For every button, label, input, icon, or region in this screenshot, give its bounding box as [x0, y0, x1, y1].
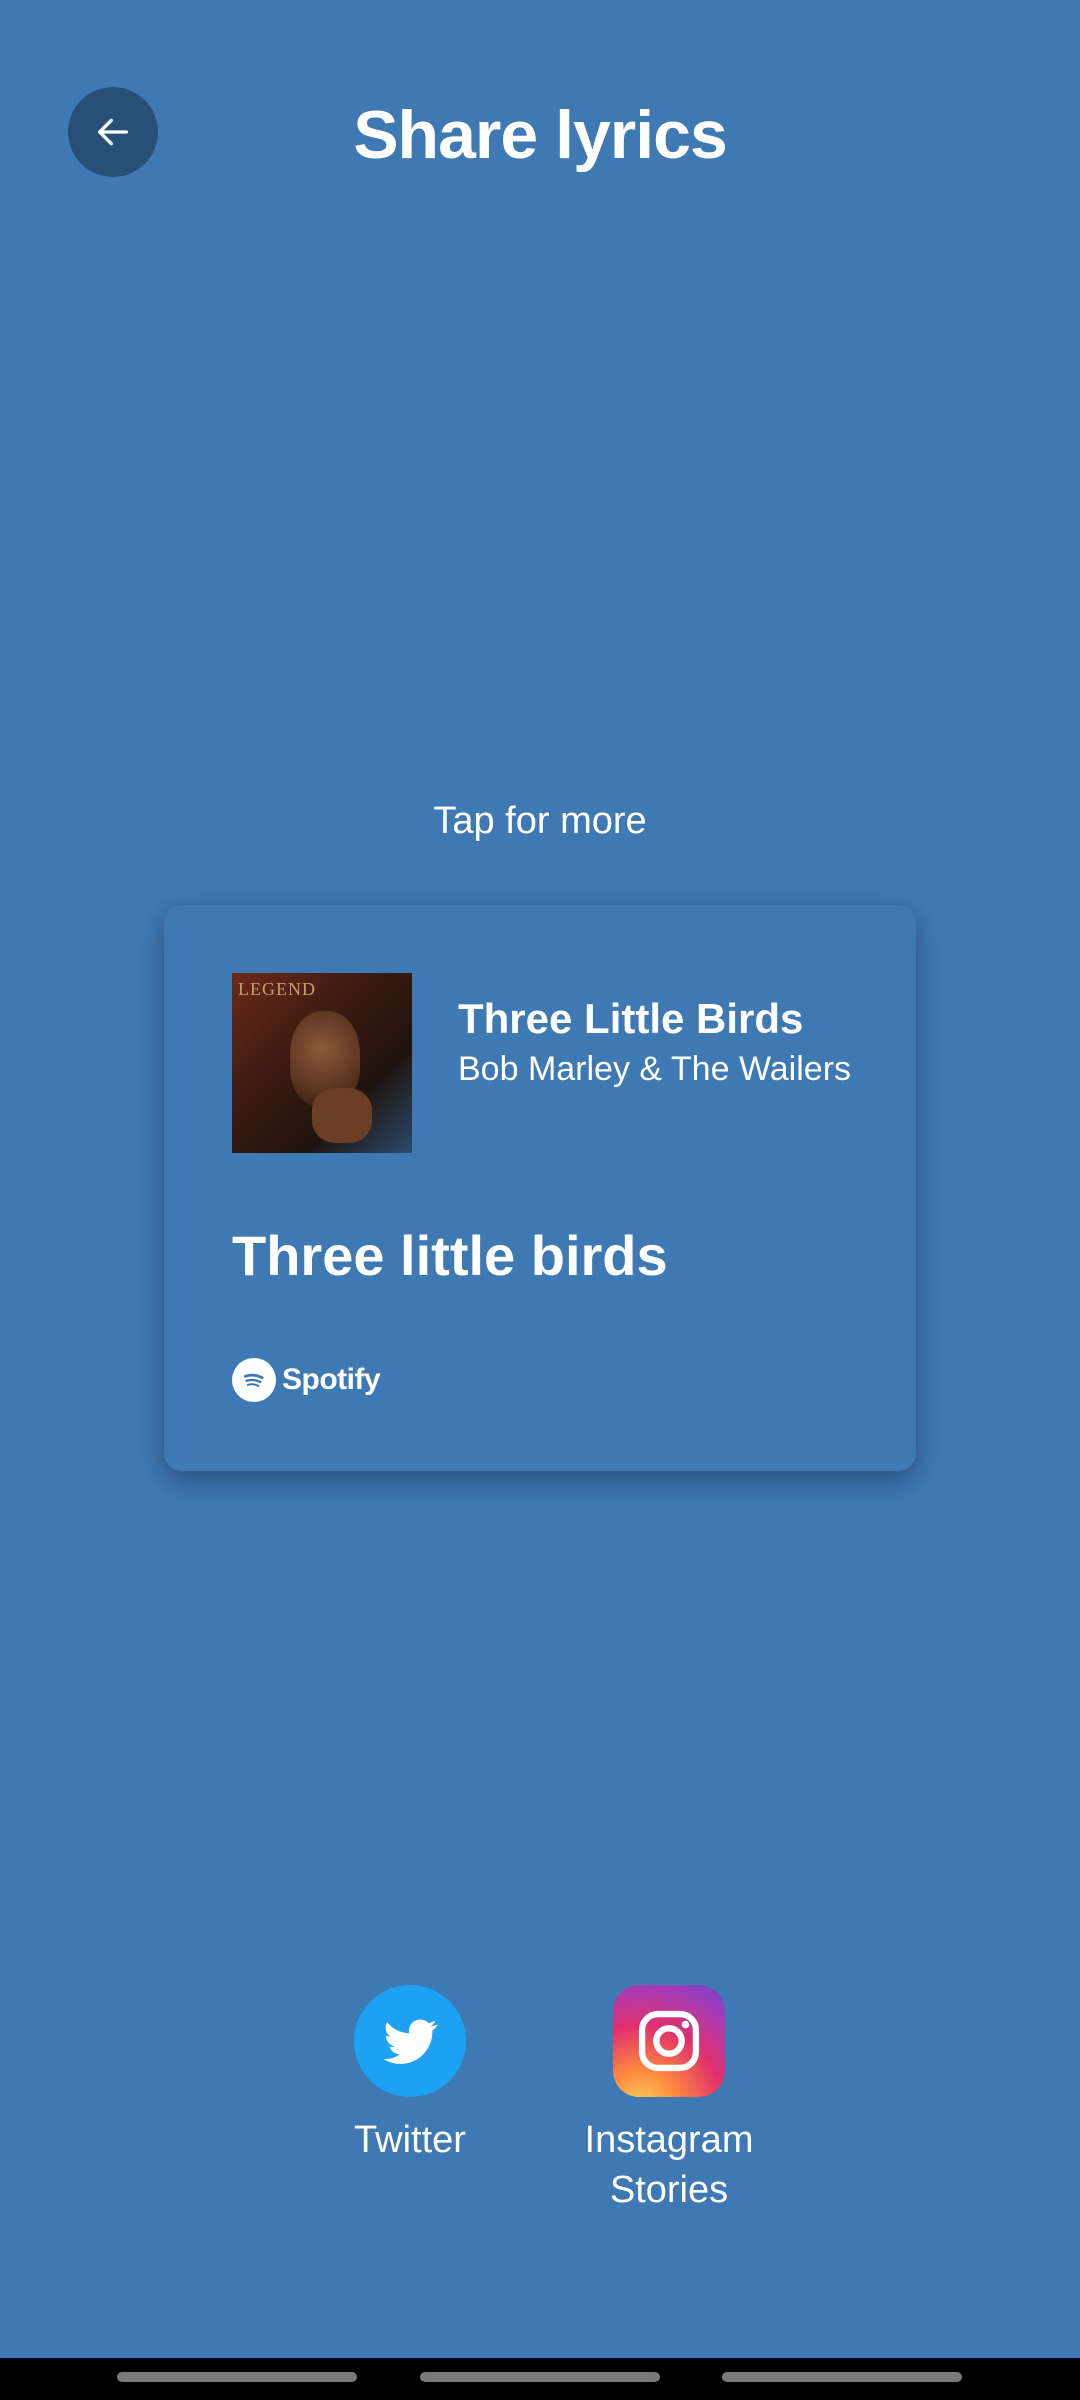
twitter-icon — [354, 1985, 466, 2097]
lyric-text: Three little birds — [232, 1224, 668, 1287]
tap-for-more-hint: Tap for more — [433, 800, 647, 842]
share-lyrics-screen: Share lyrics Tap for more LEGEND Three L… — [0, 0, 1080, 2400]
share-instagram-stories-label: Instagram Stories — [584, 2119, 754, 2211]
spotify-wordmark: Spotify — [282, 1363, 381, 1396]
system-navigation-bar — [0, 2358, 1080, 2400]
nav-handle[interactable] — [420, 2372, 660, 2382]
song-title: Three Little Birds — [458, 995, 804, 1042]
artist-name: Bob Marley & The Wailers — [458, 1050, 852, 1088]
nav-handle[interactable] — [117, 2372, 357, 2382]
share-twitter-label: Twitter — [354, 2119, 466, 2161]
share-instagram-stories-button[interactable]: Instagram Stories — [554, 1985, 784, 2215]
album-art-title: LEGEND — [238, 979, 316, 999]
lyrics-card[interactable]: LEGEND Three Little Birds Bob Marley & T… — [164, 905, 916, 1471]
share-twitter-button[interactable]: Twitter — [295, 1985, 525, 2165]
spotify-logo: Spotify — [232, 1358, 381, 1402]
spotify-icon — [232, 1358, 276, 1402]
instagram-icon — [613, 1985, 725, 2097]
page-title: Share lyrics — [353, 97, 728, 173]
nav-handle[interactable] — [722, 2372, 962, 2382]
album-art: LEGEND — [232, 973, 412, 1153]
